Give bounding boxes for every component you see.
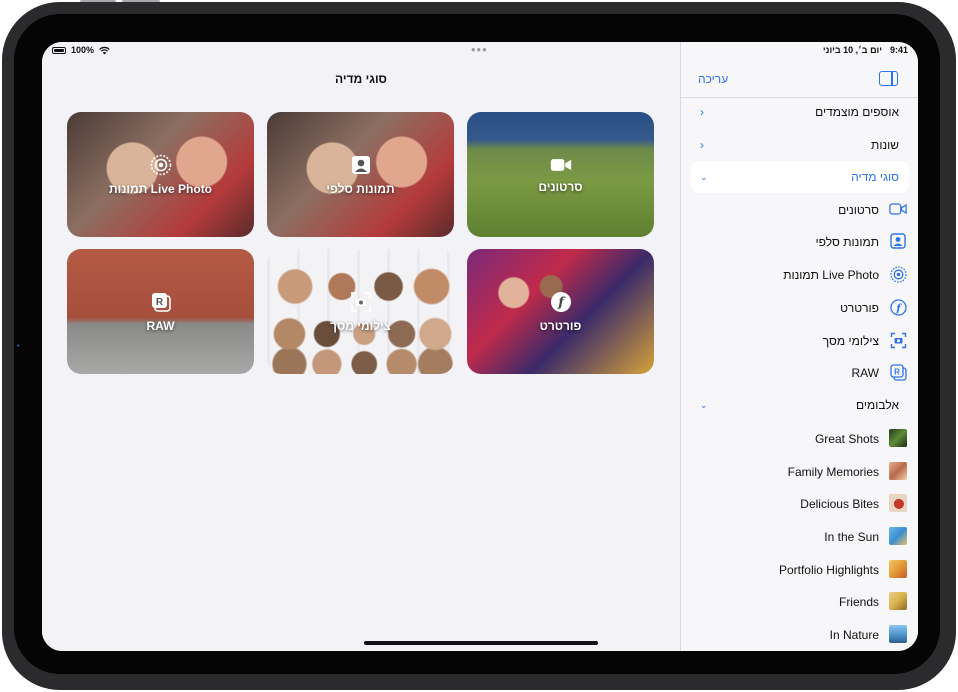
section-label: אוספים מוצמדים [815,105,899,119]
sidebar-item-screenshots[interactable]: צילומי מסך [691,326,909,356]
sidebar-section-media-types[interactable]: ⌄ סוגי מדיה [691,161,909,193]
sidebar-section-utilities[interactable]: › שונות [691,130,909,160]
tile-label: צילומי מסך [330,319,391,333]
portrait-icon: f [550,291,572,313]
chevron-right-icon: › [700,105,704,119]
svg-text:R: R [155,297,163,308]
raw-icon: R [889,363,907,381]
chevron-down-icon: ⌄ [700,399,708,410]
album-thumbnail [889,494,907,512]
sidebar: יום ב׳, 10 ביוני 9:41 עריכה › אוספים מוצ… [680,42,918,651]
status-date: יום ב׳, 10 ביוני [822,45,882,55]
tile-label: פורטרט [539,319,582,333]
sidebar-section-albums[interactable]: ⌄ אלבומים [691,390,909,420]
tile-raw[interactable]: R RAW [67,249,254,374]
svg-text:R: R [894,367,900,376]
chevron-right-icon: › [700,138,704,152]
sidebar-item-label: Family Memories [787,465,879,479]
camera-dot: • [17,343,20,350]
page-title: סוגי מדיה [335,72,387,86]
tile-label: סרטונים [538,180,583,194]
status-bar-right: יום ב׳, 10 ביוני 9:41 [823,45,908,55]
wifi-icon [99,46,110,54]
status-time: 9:41 [889,45,908,55]
battery-icon [52,46,66,54]
tile-label: תמונות Live Photo [108,182,213,196]
sidebar-item-label: Friends [838,595,879,609]
album-thumbnail [889,429,907,447]
edit-button[interactable]: עריכה [698,72,728,86]
sidebar-item-raw[interactable]: RAW R [691,358,909,388]
raw-icon: R [150,291,172,313]
sidebar-item-album[interactable]: Great Shots [691,424,909,454]
album-thumbnail [889,560,907,578]
selfie-icon [350,154,372,176]
sidebar-item-label: פורטרט [840,301,879,315]
sidebar-item-label: Portfolio Highlights [778,563,879,577]
sidebar-item-label: Delicious Bites [800,497,879,511]
svg-text:f: f [895,303,902,314]
tile-portrait[interactable]: f פורטרט [467,249,654,374]
tile-selfies[interactable]: תמונות סלפי [267,112,454,237]
sidebar-item-album[interactable]: In Nature [691,620,909,650]
screen: 100% ••• סוגי מדיה תמונות Live Photo תמו… [42,42,918,651]
video-icon [889,200,907,218]
status-bar-left: 100% [52,45,110,55]
sidebar-item-label: Great Shots [814,432,879,446]
sidebar-item-videos[interactable]: סרטונים [691,195,909,225]
tile-live-photos[interactable]: תמונות Live Photo [67,112,254,237]
section-label: אלבומים [856,398,899,412]
sidebar-item-label: תמונות סלפי [815,235,880,249]
video-icon [550,154,572,176]
multitasking-dots[interactable]: ••• [471,42,488,57]
live-photo-icon [889,265,907,283]
tile-videos[interactable]: סרטונים [467,112,654,237]
home-indicator[interactable] [364,641,598,645]
sidebar-item-label: In Nature [829,628,879,642]
sidebar-toggle-icon[interactable] [879,71,898,86]
sidebar-item-label: צילומי מסך [822,334,879,348]
sidebar-item-live-photos[interactable]: תמונות Live Photo [691,260,909,290]
sidebar-item-album[interactable]: Delicious Bites [691,489,909,519]
sidebar-item-selfies[interactable]: תמונות סלפי [691,227,909,257]
album-thumbnail [889,592,907,610]
album-thumbnail [889,527,907,545]
album-thumbnail [889,462,907,480]
sidebar-item-label: RAW [851,366,879,380]
sidebar-item-label: תמונות Live Photo [783,268,879,282]
sidebar-item-album[interactable]: In the Sun [691,522,909,552]
tile-label: RAW [146,319,175,333]
section-label: סוגי מדיה [851,170,899,184]
main-content: 100% ••• סוגי מדיה תמונות Live Photo תמו… [42,42,680,651]
sidebar-item-label: In the Sun [824,530,879,544]
portrait-icon: f [889,298,907,316]
section-label: שונות [871,138,899,152]
sidebar-item-album[interactable]: Portfolio Highlights [691,555,909,585]
screenshot-icon [350,291,372,313]
screenshot-icon [889,331,907,349]
album-thumbnail [889,625,907,643]
sidebar-item-album[interactable]: Family Memories [691,457,909,487]
battery-percent: 100% [71,45,95,55]
tile-label: תמונות סלפי [326,182,395,196]
sidebar-item-label: סרטונים [838,203,879,217]
sidebar-item-album[interactable]: Friends [691,587,909,617]
chevron-down-icon: ⌄ [700,171,708,182]
live-photo-icon [150,154,172,176]
selfie-icon [889,232,907,250]
sidebar-section-pinned[interactable]: › אוספים מוצמדים [691,97,909,127]
tile-screenshots[interactable]: צילומי מסך [267,249,454,374]
sidebar-item-portrait[interactable]: פורטרט f [691,293,909,323]
